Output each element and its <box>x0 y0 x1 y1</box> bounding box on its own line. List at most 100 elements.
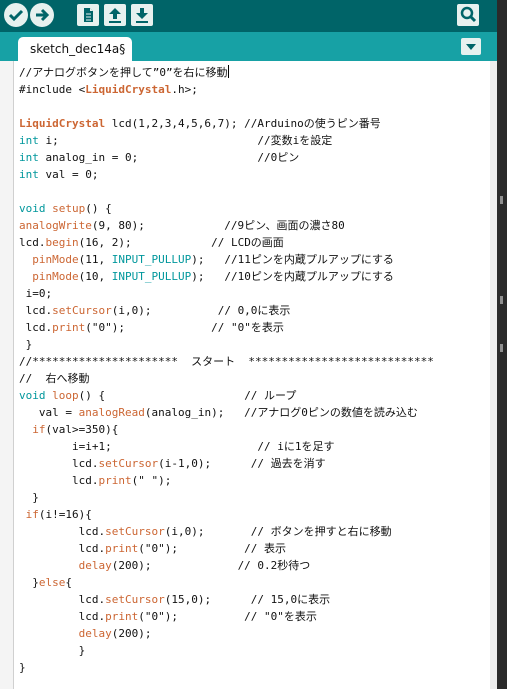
code-token: ); //10ピンを内蔵プルアップにする <box>191 270 394 283</box>
code-line: lcd.print("0"); // "0"を表示 <box>19 608 434 625</box>
code-line: lcd.begin(16, 2); // LCDの画面 <box>19 234 434 251</box>
code-line: } <box>19 489 434 506</box>
code-token: lcd. <box>19 542 106 555</box>
code-token: setCursor <box>52 304 112 317</box>
code-token: (200); <box>111 627 152 640</box>
new-button[interactable] <box>77 4 99 26</box>
tab-sketch[interactable]: sketch_dec14a§ <box>18 37 132 61</box>
code-token: ("0"); // 表示 <box>138 542 287 555</box>
code-line: val = analogRead(analog_in); //アナログ0ピンの数… <box>19 404 434 421</box>
window-edge <box>497 0 507 689</box>
code-token: i; //変数iを設定 <box>38 134 333 147</box>
code-token: pinMode <box>32 253 79 266</box>
code-line: } <box>19 336 434 353</box>
code-token: } <box>19 576 39 589</box>
code-token: int <box>19 168 39 181</box>
code-token: () { <box>85 202 112 215</box>
code-token: pinMode <box>32 270 79 283</box>
tab-menu-button[interactable] <box>461 38 481 55</box>
code-token: } <box>19 644 86 657</box>
editor-gutter <box>0 61 13 689</box>
code-token: i=0; <box>19 287 53 300</box>
code-line: delay(200); // 0.2秒待つ <box>19 557 434 574</box>
code-line: lcd.print("0"); // "0"を表示 <box>19 319 434 336</box>
tab-bar: sketch_dec14a§ <box>0 32 497 61</box>
code-line: lcd.setCursor(i,0); // ボタンを押すと右に移動 <box>19 523 434 540</box>
code-token: //アナログボタンを押して”0”を右に移動 <box>19 66 228 79</box>
code-token: val = 0; <box>38 168 99 181</box>
code-token: } <box>19 491 39 504</box>
code-token: if <box>25 508 39 521</box>
code-token: #include < <box>19 83 86 96</box>
code-line: } <box>19 659 434 676</box>
code-token: ("0"); // "0"を表示 <box>85 321 284 334</box>
code-line: void loop() { // ループ <box>19 387 434 404</box>
code-line: //********************** スタート **********… <box>19 353 434 370</box>
code-line: int analog_in = 0; //0ピン <box>19 149 434 166</box>
verify-button[interactable] <box>4 3 28 27</box>
code-token: lcd(1,2,3,4,5,6,7); //Arduinoの使うピン番号 <box>105 117 381 130</box>
code-token: INPUT_PULLUP <box>111 270 192 283</box>
code-line: i=i+1; // iに1を足す <box>19 438 434 455</box>
code-token: lcd. <box>19 593 106 606</box>
code-line: void setup() { <box>19 200 434 217</box>
code-token: (15,0); // 15,0に表示 <box>164 593 331 606</box>
code-token: lcd. <box>19 457 99 470</box>
arrow-right-icon <box>36 8 50 22</box>
chevron-down-icon <box>466 44 476 50</box>
code-token: setCursor <box>98 457 159 470</box>
magnifier-icon <box>460 6 477 23</box>
code-line: //アナログボタンを押して”0”を右に移動 <box>19 64 434 81</box>
code-token: (val>=350){ <box>45 423 119 436</box>
save-button[interactable] <box>131 4 153 26</box>
code-token: setCursor <box>105 525 165 538</box>
code-token: delay <box>78 559 112 572</box>
serial-monitor-button[interactable] <box>457 4 479 26</box>
arrow-up-icon <box>109 8 121 23</box>
code-token: } <box>19 661 26 674</box>
code-token: print <box>105 610 139 623</box>
arrow-down-icon <box>136 8 148 23</box>
code-line: lcd.print(" "); <box>19 472 434 489</box>
code-token: (10, <box>78 270 112 283</box>
code-line: #include <LiquidCrystal.h>; <box>19 81 434 98</box>
code-line: }else{ <box>19 574 434 591</box>
code-token: analog_in = 0; //0ピン <box>38 151 300 164</box>
code-line: LiquidCrystal lcd(1,2,3,4,5,6,7); //Ardu… <box>19 115 434 132</box>
code-token: lcd. <box>19 525 106 538</box>
code-token: () { // ループ <box>78 389 297 402</box>
edge-marker <box>500 296 503 304</box>
code-token: (9, 80); //9ピン、画面の濃さ80 <box>91 219 345 232</box>
vertical-scrollbar[interactable] <box>490 61 497 689</box>
code-text[interactable]: //アナログボタンを押して”0”を右に移動 #include <LiquidCry… <box>19 64 434 676</box>
check-icon <box>8 9 24 22</box>
open-button[interactable] <box>104 4 126 26</box>
code-line: lcd.print("0"); // 表示 <box>19 540 434 557</box>
code-token: ); //11ピンを内蔵プルアップにする <box>191 253 394 266</box>
code-line: pinMode(11, INPUT_PULLUP); //11ピンを内蔵プルアッ… <box>19 251 434 268</box>
code-line: int val = 0; <box>19 166 434 183</box>
code-token: (analog_in); //アナログ0ピンの数値を読み込む <box>144 406 418 419</box>
code-token: int <box>19 134 39 147</box>
code-token: void <box>19 389 46 402</box>
edge-marker <box>500 196 503 204</box>
code-token: LiquidCrystal <box>85 83 172 96</box>
code-token: analogWrite <box>19 219 92 232</box>
code-token: // 右へ移動 <box>19 372 90 385</box>
text-cursor <box>227 65 229 78</box>
code-token: print <box>52 321 86 334</box>
code-line: i=0; <box>19 285 434 302</box>
code-line: if(val>=350){ <box>19 421 434 438</box>
code-line: pinMode(10, INPUT_PULLUP); //10ピンを内蔵プルアッ… <box>19 268 434 285</box>
code-token: (11, <box>78 253 112 266</box>
code-token: i=i+1; // iに1を足す <box>19 440 335 453</box>
code-token: ("0"); // "0"を表示 <box>138 610 317 623</box>
code-line: analogWrite(9, 80); //9ピン、画面の濃さ80 <box>19 217 434 234</box>
code-line: } <box>19 642 434 659</box>
code-token: val = <box>19 406 79 419</box>
toolbar <box>0 0 497 32</box>
upload-button[interactable] <box>30 3 54 27</box>
